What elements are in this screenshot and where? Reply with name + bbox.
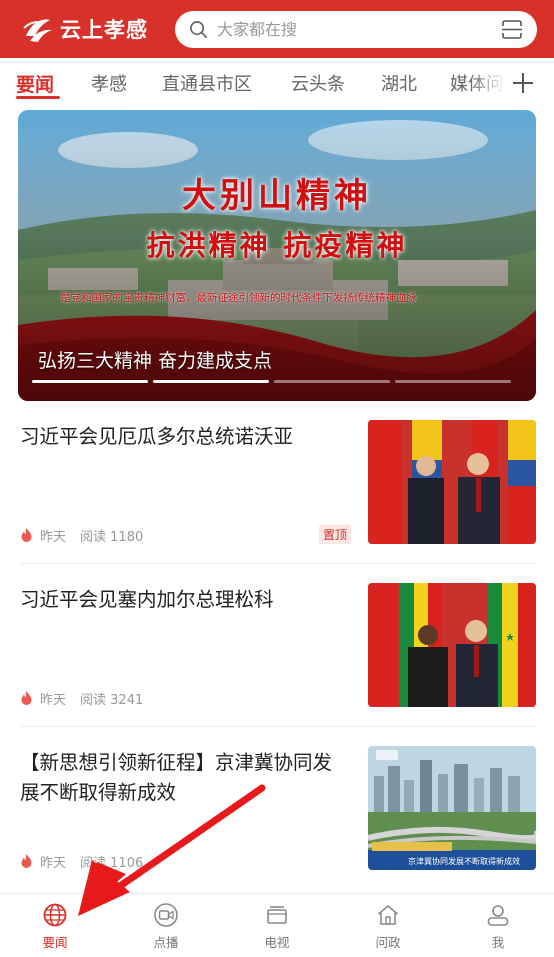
nav-tv[interactable]: 电视 — [237, 902, 317, 951]
top-header: 云上孝感 — [0, 0, 554, 58]
video-icon — [154, 903, 178, 927]
tab-hubei[interactable]: 湖北 — [381, 70, 417, 96]
search-bar[interactable] — [175, 11, 537, 48]
fire-icon — [21, 691, 32, 705]
tab-counties[interactable]: 直通县市区 — [162, 70, 252, 96]
search-input[interactable] — [217, 11, 467, 48]
banner-caption: 弘扬三大精神 奋力建成支点 — [38, 350, 273, 372]
nav-label: 我 — [491, 935, 505, 950]
carousel-dot[interactable] — [395, 380, 511, 383]
banner-subline: 抗洪精神 抗疫精神 — [146, 229, 408, 262]
news-item[interactable]: 【新思想引领新征程】京津冀协同发展不断取得新成效 昨天 阅读 1106 京津冀协… — [0, 734, 554, 896]
city-photo: 京津冀协同发展不断取得新成效 — [368, 746, 536, 870]
news-reads: 阅读 1180 — [80, 529, 144, 545]
active-tab-indicator — [16, 96, 60, 99]
thumb-caption: 京津冀协同发展不断取得新成效 — [408, 856, 520, 866]
fire-icon — [21, 528, 32, 542]
nav-label: 要闻 — [42, 935, 68, 950]
news-reads: 阅读 1106 — [80, 855, 144, 871]
scan-icon[interactable] — [501, 19, 523, 40]
tab-cloud-top[interactable]: 云头条 — [291, 70, 345, 96]
banner-carousel[interactable]: 大别山精神 抗洪精神 抗疫精神 是党和国家的宝贵精神财富，最新征途引领新的时代条… — [18, 110, 536, 401]
home-icon — [377, 905, 399, 925]
carousel-dot[interactable] — [274, 380, 390, 383]
news-reads: 阅读 3241 — [80, 692, 144, 708]
news-item[interactable]: 习近平会见厄瓜多尔总统诺沃亚 昨天 阅读 1180 置顶 — [0, 408, 554, 570]
news-thumbnail[interactable] — [368, 583, 536, 707]
news-time: 昨天 — [40, 692, 67, 708]
bottom-nav: 要闻 点播 电视 问政 我 — [0, 893, 554, 957]
nav-politics[interactable]: 问政 — [348, 902, 428, 951]
carousel-indicators — [32, 380, 532, 383]
meeting-photo — [368, 583, 536, 707]
news-item[interactable]: 习近平会见塞内加尔总理松科 昨天 阅读 3241 — [0, 571, 554, 733]
tv-icon — [267, 906, 287, 924]
news-meta: 昨天 阅读 1180 — [20, 526, 144, 545]
nav-label: 电视 — [264, 935, 290, 950]
banner-slogan: 是党和国家的宝贵精神财富，最新征途引领新的时代条件下发扬传统精神血脉 — [60, 292, 417, 304]
meeting-photo — [368, 420, 536, 544]
app-logo[interactable]: 云上孝感 — [22, 12, 162, 46]
nav-me[interactable]: 我 — [458, 902, 538, 951]
carousel-dot[interactable] — [32, 380, 148, 383]
news-meta: 昨天 阅读 1106 — [20, 852, 144, 871]
news-meta: 昨天 阅读 3241 — [20, 689, 144, 708]
logo-mark-icon — [23, 19, 52, 42]
search-icon — [190, 21, 207, 38]
nav-label: 问政 — [375, 935, 401, 950]
pinned-badge: 置顶 — [319, 525, 352, 544]
tab-xiaogan[interactable]: 孝感 — [91, 70, 127, 96]
tabs-fade — [470, 58, 506, 104]
fire-icon — [21, 854, 32, 868]
user-icon — [487, 905, 509, 926]
divider — [20, 726, 536, 727]
nav-label: 点播 — [153, 935, 179, 950]
news-time: 昨天 — [40, 529, 67, 545]
divider — [20, 563, 536, 564]
news-title[interactable]: 【新思想引领新征程】京津冀协同发展不断取得新成效 — [20, 748, 342, 808]
logo-text: 云上孝感 — [60, 18, 148, 42]
news-title[interactable]: 习近平会见塞内加尔总理松科 — [20, 585, 342, 615]
news-time: 昨天 — [40, 855, 67, 871]
nav-vod[interactable]: 点播 — [126, 902, 206, 951]
tab-headlines[interactable]: 要闻 — [16, 70, 54, 97]
news-thumbnail[interactable] — [368, 420, 536, 544]
add-channel-icon[interactable] — [508, 68, 538, 98]
nav-headlines[interactable]: 要闻 — [15, 902, 95, 951]
carousel-dot[interactable] — [153, 380, 269, 383]
globe-icon — [43, 903, 67, 927]
news-thumbnail[interactable]: 京津冀协同发展不断取得新成效 — [368, 746, 536, 870]
news-title[interactable]: 习近平会见厄瓜多尔总统诺沃亚 — [20, 422, 342, 452]
banner-headline: 大别山精神 — [182, 176, 372, 216]
